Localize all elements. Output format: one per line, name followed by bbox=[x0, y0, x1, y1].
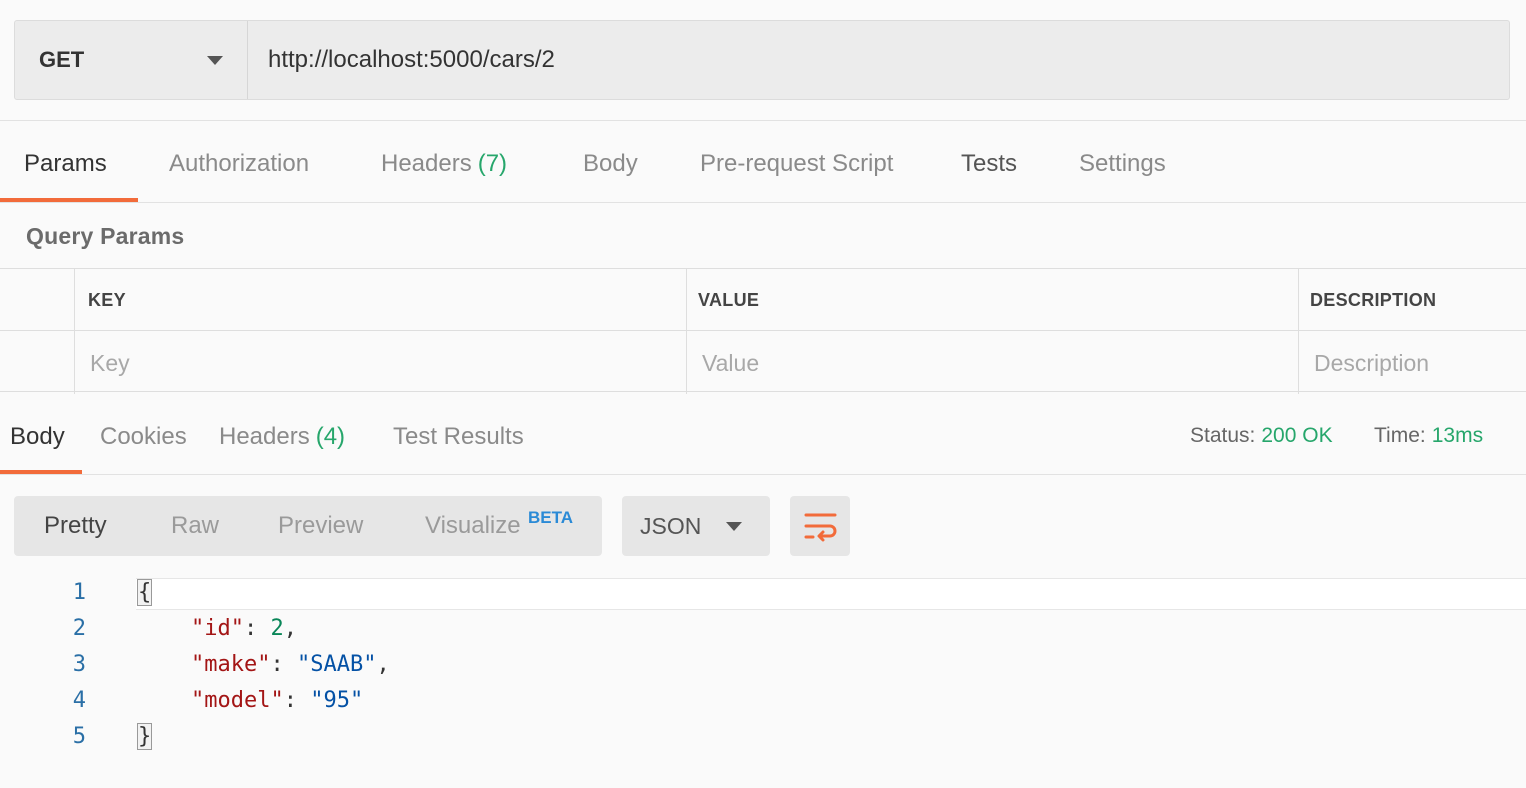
query-params-table: KEY VALUE DESCRIPTION Key Value Descript… bbox=[0, 268, 1526, 394]
line-number: 5 bbox=[72, 724, 86, 749]
tab-response-body[interactable]: Body bbox=[10, 423, 65, 451]
json-value: "95" bbox=[310, 688, 364, 713]
description-input[interactable]: Description bbox=[1314, 350, 1429, 377]
view-mode-group: Pretty Raw Preview Visualize BETA bbox=[14, 496, 602, 556]
divider bbox=[0, 120, 1526, 121]
tab-cookies[interactable]: Cookies bbox=[100, 423, 187, 451]
line-number: 1 bbox=[72, 580, 86, 605]
tab-label: Body bbox=[10, 423, 65, 450]
tab-label: Body bbox=[583, 150, 638, 177]
tab-response-headers[interactable]: Headers (4) bbox=[219, 423, 345, 451]
code-line: "make": "SAAB", bbox=[190, 652, 390, 677]
time-value: 13ms bbox=[1431, 424, 1484, 447]
tab-label: Settings bbox=[1079, 150, 1166, 177]
tab-label: Authorization bbox=[169, 150, 310, 177]
divider bbox=[0, 202, 1526, 203]
json-key: "id" bbox=[190, 616, 244, 641]
column-header-value: VALUE bbox=[698, 290, 760, 310]
method-select[interactable]: GET bbox=[15, 21, 248, 99]
json-value: 2 bbox=[270, 616, 284, 641]
beta-badge: BETA bbox=[528, 508, 574, 527]
view-pretty-button[interactable]: Pretty bbox=[44, 512, 107, 540]
code-line: } bbox=[136, 723, 153, 750]
method-label: GET bbox=[39, 47, 85, 72]
code-line: "id": 2, bbox=[190, 616, 297, 641]
json-value: "SAAB" bbox=[296, 652, 377, 677]
line-number: 4 bbox=[72, 688, 86, 713]
tab-label: Cookies bbox=[100, 423, 187, 450]
code-line: "model": "95" bbox=[190, 688, 364, 713]
chevron-down-icon bbox=[207, 55, 223, 65]
tab-pre-request-script[interactable]: Pre-request Script bbox=[700, 150, 893, 202]
active-line-highlight bbox=[136, 578, 1526, 610]
view-preview-button[interactable]: Preview bbox=[278, 512, 363, 540]
view-raw-button[interactable]: Raw bbox=[171, 512, 219, 540]
format-select[interactable]: JSON bbox=[622, 496, 770, 556]
wrap-lines-button[interactable] bbox=[790, 496, 850, 556]
line-number: 3 bbox=[72, 652, 86, 677]
key-input[interactable]: Key bbox=[90, 350, 130, 377]
tab-label: Test Results bbox=[393, 423, 524, 450]
code-line: { bbox=[136, 579, 153, 606]
column-divider bbox=[1298, 268, 1299, 394]
status-value: 200 OK bbox=[1261, 424, 1333, 447]
response-headers-count: (4) bbox=[315, 423, 346, 450]
value-input[interactable]: Value bbox=[702, 350, 759, 377]
time-label: Time: bbox=[1374, 424, 1426, 447]
json-key: "make" bbox=[190, 652, 271, 677]
tab-headers[interactable]: Headers (7) bbox=[381, 150, 507, 202]
tab-label: Headers bbox=[219, 423, 310, 450]
status-label: Status: bbox=[1190, 424, 1256, 447]
column-header-description: DESCRIPTION bbox=[1310, 290, 1437, 310]
json-key: "model" bbox=[190, 688, 284, 713]
tab-label: Pre-request Script bbox=[700, 150, 894, 177]
request-bar: GET http://localhost:5000/cars/2 bbox=[14, 20, 1510, 100]
tab-body[interactable]: Body bbox=[583, 150, 638, 202]
tab-label: Headers bbox=[381, 150, 472, 177]
time-readout: Time: 13ms bbox=[1374, 424, 1483, 448]
line-number: 2 bbox=[72, 616, 86, 641]
tab-label: Tests bbox=[961, 150, 1018, 177]
view-visualize-button[interactable]: Visualize bbox=[425, 512, 521, 540]
close-brace: } bbox=[136, 723, 153, 750]
url-input[interactable]: http://localhost:5000/cars/2 bbox=[248, 21, 1509, 99]
tab-label: Params bbox=[24, 150, 107, 177]
chevron-down-icon bbox=[726, 522, 742, 531]
column-header-key: KEY bbox=[88, 290, 126, 310]
headers-count: (7) bbox=[477, 150, 508, 177]
open-brace: { bbox=[136, 579, 153, 606]
status-readout: Status: 200 OK bbox=[1190, 424, 1333, 448]
wrap-lines-icon bbox=[804, 513, 837, 542]
tab-test-results[interactable]: Test Results bbox=[393, 423, 524, 451]
tab-params[interactable]: Params bbox=[24, 150, 107, 202]
query-params-title: Query Params bbox=[26, 223, 185, 249]
tab-settings[interactable]: Settings bbox=[1079, 150, 1166, 202]
column-divider bbox=[74, 268, 75, 394]
tab-tests[interactable]: Tests bbox=[961, 150, 1017, 202]
divider bbox=[0, 474, 1526, 475]
response-body-editor[interactable]: 1 2 3 4 5 { "id": 2, "make": "SAAB", "mo… bbox=[0, 576, 1526, 788]
column-divider bbox=[686, 268, 687, 394]
tab-authorization[interactable]: Authorization bbox=[169, 150, 309, 202]
format-label: JSON bbox=[640, 512, 702, 539]
